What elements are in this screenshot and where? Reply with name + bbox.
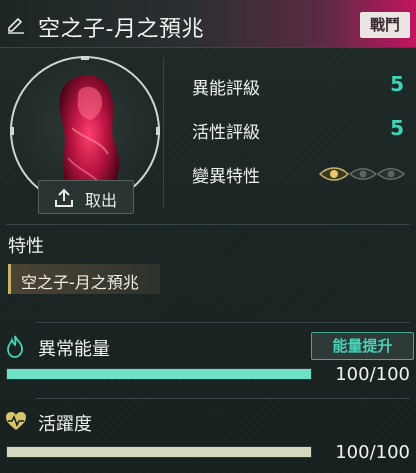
eye-icon [377, 168, 405, 180]
traits-section-title: 特性 [8, 236, 44, 257]
edit-pencil-icon[interactable] [6, 15, 26, 35]
stat-row-activity-rating: 活性評級 5 [192, 116, 408, 144]
section-divider [36, 322, 410, 323]
stat-value: 5 [390, 116, 404, 140]
vitality-title: 活躍度 [38, 414, 92, 435]
stat-label: 變異特性 [192, 167, 260, 187]
heart-pulse-icon [6, 412, 26, 430]
mutation-eyes [318, 167, 405, 181]
energy-bar-fill [7, 369, 311, 379]
vitality-bar-fill [7, 447, 311, 457]
eye-icon [318, 167, 350, 181]
section-divider [36, 398, 410, 399]
upload-tray-icon [55, 188, 73, 207]
energy-bar-track [6, 368, 312, 380]
energy-title: 異常能量 [38, 339, 110, 360]
stat-label: 異能評級 [192, 79, 260, 99]
item-detail-panel: 空之子-月之預兆 戰鬥 取出 異能評級 5 活性評級 5 變異特性 特性 空之子… [0, 0, 416, 473]
trait-chip[interactable]: 空之子-月之預兆 [8, 264, 160, 294]
stat-label: 活性評級 [192, 123, 260, 143]
take-out-label: 取出 [85, 191, 118, 210]
stat-value: 5 [390, 72, 404, 96]
header-bar: 空之子-月之預兆 戰鬥 [0, 0, 416, 48]
item-title: 空之子-月之預兆 [38, 17, 204, 42]
trait-chip-label: 空之子-月之預兆 [21, 273, 139, 292]
vitality-bar-track [6, 446, 312, 458]
energy-value: 100/100 [335, 364, 410, 385]
vertical-divider [163, 58, 164, 208]
eye-icon [349, 168, 377, 180]
vitality-value: 100/100 [335, 442, 410, 463]
section-divider [6, 224, 410, 225]
battle-tag: 戰鬥 [360, 12, 410, 38]
flame-icon [7, 335, 23, 358]
take-out-button[interactable]: 取出 [38, 180, 134, 214]
stat-row-ability-rating: 異能評級 5 [192, 72, 408, 100]
vitality-header: 活躍度 [0, 407, 416, 437]
stat-row-mutation-trait: 變異特性 [192, 160, 408, 188]
energy-boost-button[interactable]: 能量提升 [311, 332, 414, 360]
